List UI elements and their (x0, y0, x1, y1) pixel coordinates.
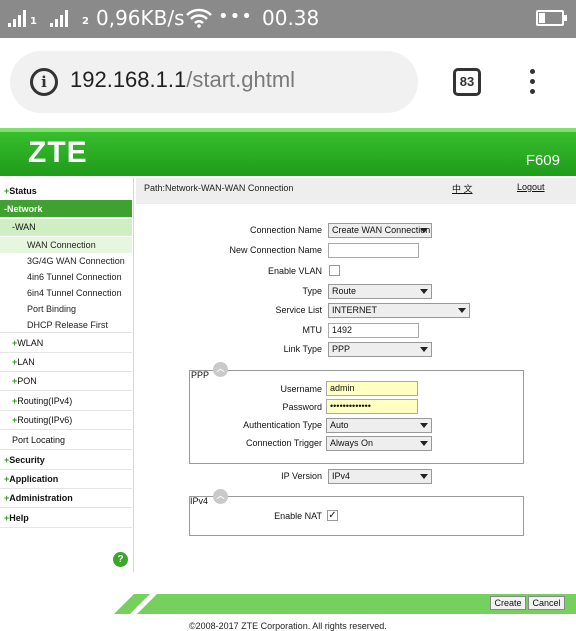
chevron-down-icon (420, 474, 428, 479)
connection-name-label: Connection Name (249, 225, 322, 235)
signal-icon (8, 9, 26, 27)
overflow-menu-icon[interactable] (525, 69, 539, 99)
connection-trigger-select[interactable]: Always On (326, 436, 432, 451)
sidebar-item-routing-ipv4[interactable]: +Routing(IPv4) (0, 391, 132, 411)
new-connection-name-label: New Connection Name (229, 245, 322, 255)
info-icon[interactable]: i (30, 68, 58, 96)
sidebar-item-pon[interactable]: +PON (0, 372, 132, 391)
url-text[interactable]: 192.168.1.1/start.ghtml (70, 67, 295, 93)
sidebar-item-wan-connection[interactable]: WAN Connection (0, 237, 132, 253)
link-type-select[interactable]: PPP (328, 342, 432, 357)
connection-trigger-label: Connection Trigger (245, 438, 322, 448)
link-type-label: Link Type (283, 344, 322, 354)
breadcrumb: Path:Network-WAN-WAN Connection 中 文 Logo… (136, 178, 576, 204)
connection-name-select[interactable]: Create WAN Connection (328, 223, 432, 238)
clock: 00.38 (262, 6, 320, 30)
sidebar-item-wan[interactable]: -WAN (0, 219, 132, 236)
language-link[interactable]: 中 文 (452, 182, 473, 195)
sidebar-item-application[interactable]: +Application (0, 470, 132, 489)
sidebar-item-routing-ipv6[interactable]: +Routing(IPv6) (0, 411, 132, 430)
model-name: F609 (525, 152, 560, 169)
authentication-type-select[interactable]: Auto (326, 418, 432, 433)
chevron-down-icon (420, 441, 428, 446)
create-button[interactable]: Create (490, 596, 526, 610)
sidebar-item-port-binding[interactable]: Port Binding (0, 301, 132, 317)
username-label: Username (280, 384, 322, 394)
status-bar: 1 2 0,96KB/s ••• 00.38 (0, 0, 576, 38)
sidebar-item-network[interactable]: -Network (0, 200, 132, 218)
tab-switcher-button[interactable]: 83 (453, 68, 481, 96)
sidebar-item-dhcp-release[interactable]: DHCP Release First (0, 317, 132, 333)
type-select[interactable]: Route (328, 284, 432, 299)
mtu-label: MTU (302, 325, 323, 335)
authentication-type-label: Authentication Type (243, 420, 322, 430)
ip-version-select[interactable]: IPv4 (328, 469, 432, 484)
browser-toolbar: i 192.168.1.1/start.ghtml 83 (0, 38, 576, 128)
signal-icon (50, 9, 68, 27)
chevron-down-icon (420, 347, 428, 352)
username-input[interactable]: admin (326, 381, 418, 396)
battery-icon (536, 10, 567, 26)
sim2-label: 2 (82, 16, 89, 27)
network-speed: 0,96KB/s (96, 6, 185, 30)
sidebar-item-4in6-tunnel[interactable]: 4in6 Tunnel Connection (0, 269, 132, 285)
new-connection-name-input[interactable] (328, 243, 419, 258)
chevron-down-icon (420, 423, 428, 428)
zte-logo: ZTE (28, 136, 88, 169)
ppp-collapse-icon[interactable]: ︿ (213, 362, 228, 377)
sidebar-item-help[interactable]: +Help (0, 508, 132, 528)
sidebar-item-security[interactable]: +Security (0, 451, 132, 470)
sidebar-item-3g4g-wan[interactable]: 3G/4G WAN Connection (0, 253, 132, 269)
sidebar-menu: +Status -Network -WAN WAN Connection 3G/… (0, 178, 134, 572)
chevron-down-icon (420, 289, 428, 294)
mtu-input[interactable]: 1492 (328, 323, 419, 338)
password-label: Password (282, 402, 322, 412)
ip-version-label: IP Version (281, 471, 322, 481)
wifi-icon (186, 8, 212, 28)
enable-nat-label: Enable NAT (274, 511, 322, 521)
cancel-button[interactable]: Cancel (528, 596, 565, 610)
chevron-down-icon (458, 308, 466, 313)
password-input[interactable]: ••••••••••••• (326, 399, 418, 414)
sim1-label: 1 (30, 16, 37, 27)
sidebar-item-status[interactable]: +Status (0, 182, 132, 201)
sidebar-item-6in4-tunnel[interactable]: 6in4 Tunnel Connection (0, 285, 132, 301)
logout-link[interactable]: Logout (517, 182, 545, 192)
router-header: ZTE F609 (0, 128, 576, 176)
service-list-select[interactable]: INTERNET (328, 303, 470, 318)
service-list-label: Service List (275, 305, 322, 315)
sidebar-item-port-locating[interactable]: Port Locating (0, 430, 132, 450)
ppp-group-title: PPP (191, 370, 210, 380)
chevron-down-icon (420, 228, 428, 233)
sidebar-item-administration[interactable]: +Administration (0, 489, 132, 508)
more-notifications-icon: ••• (218, 6, 253, 27)
enable-vlan-label: Enable VLAN (267, 266, 322, 276)
address-bar[interactable]: i 192.168.1.1/start.ghtml (10, 51, 418, 113)
breadcrumb-path: Path:Network-WAN-WAN Connection (144, 183, 294, 193)
help-icon[interactable]: ? (113, 552, 128, 567)
sidebar-item-wlan[interactable]: +WLAN (0, 334, 132, 353)
ipv4-collapse-icon[interactable]: ︿ (213, 489, 228, 504)
enable-vlan-checkbox[interactable] (329, 265, 340, 276)
sidebar-item-lan[interactable]: +LAN (0, 353, 132, 372)
url-path: /start.ghtml (186, 67, 296, 92)
type-label: Type (302, 286, 322, 296)
enable-nat-checkbox[interactable]: ✓ (327, 510, 338, 521)
ipv4-group-title: IPv4 (190, 496, 209, 506)
url-host: 192.168.1.1 (70, 67, 187, 92)
